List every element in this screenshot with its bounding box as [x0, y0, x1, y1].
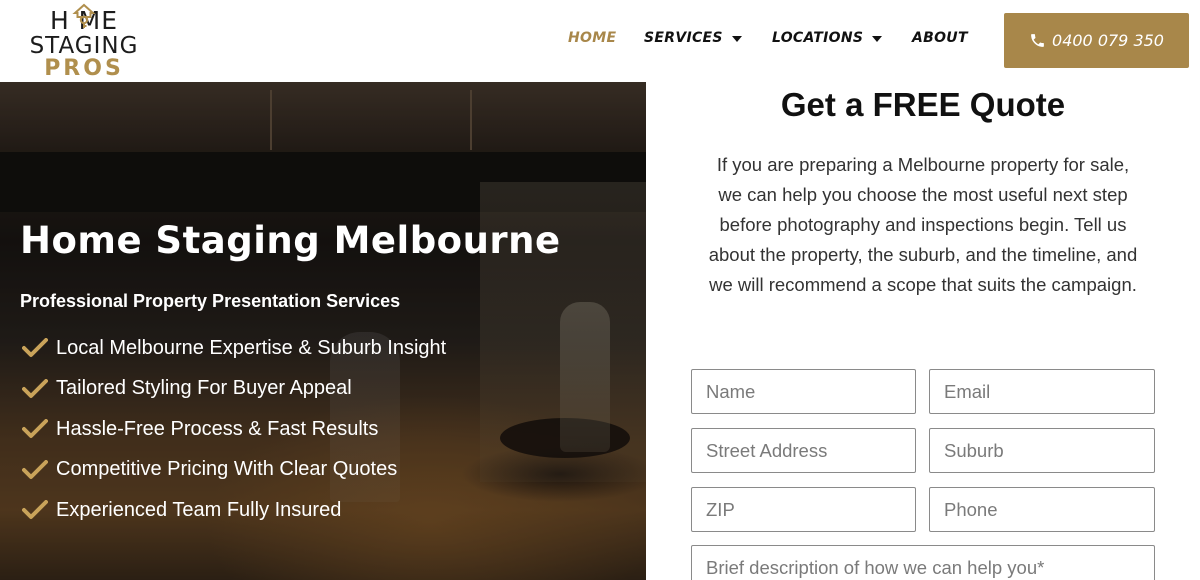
nav-services[interactable]: SERVICES	[644, 30, 742, 46]
feature-item: Experienced Team Fully Insured	[22, 490, 446, 531]
site-logo[interactable]: H ME STAGING PROS	[18, 2, 150, 81]
zip-input[interactable]	[691, 487, 916, 532]
check-icon	[22, 338, 48, 358]
feature-item: Local Melbourne Expertise & Suburb Insig…	[22, 328, 446, 369]
nav-home[interactable]: HOME	[568, 30, 616, 46]
description-input[interactable]	[691, 545, 1155, 580]
quote-title: Get a FREE Quote	[780, 86, 1066, 123]
suburb-input[interactable]	[929, 428, 1155, 473]
street-address-input[interactable]	[691, 428, 916, 473]
hero-subtitle: Professional Property Presentation Servi…	[20, 291, 401, 311]
feature-text: Tailored Styling For Buyer Appeal	[56, 377, 352, 400]
check-icon	[22, 378, 48, 398]
quote-description: If you are preparing a Melbourne propert…	[708, 154, 1138, 295]
check-icon	[22, 419, 48, 439]
feature-item: Tailored Styling For Buyer Appeal	[22, 369, 446, 410]
quote-section: Get a FREE Quote If you are preparing a …	[646, 82, 1200, 580]
nav-locations-label: LOCATIONS	[772, 30, 864, 46]
name-input[interactable]	[691, 369, 916, 414]
feature-text: Local Melbourne Expertise & Suburb Insig…	[56, 336, 447, 359]
feature-item: Hassle-Free Process & Fast Results	[22, 409, 446, 450]
feature-text: Hassle-Free Process & Fast Results	[56, 417, 379, 440]
house-key-icon	[72, 3, 96, 28]
feature-item: Competitive Pricing With Clear Quotes	[22, 450, 446, 491]
check-icon	[22, 500, 48, 520]
email-input[interactable]	[929, 369, 1155, 414]
site-header: H ME STAGING PROS HOME SERVICES LOCATION…	[0, 0, 1200, 82]
chevron-down-icon	[872, 35, 883, 42]
feature-text: Experienced Team Fully Insured	[56, 498, 342, 521]
phone-number: 0400 079 350	[1052, 31, 1164, 50]
phone-input[interactable]	[929, 487, 1155, 532]
hero-title: Home Staging Melbourne	[20, 219, 561, 262]
nav-about-label: ABOUT	[912, 30, 968, 46]
nav-home-label: HOME	[568, 30, 617, 46]
nav-services-label: SERVICES	[644, 30, 723, 46]
nav-locations[interactable]: LOCATIONS	[772, 30, 883, 46]
feature-text: Competitive Pricing With Clear Quotes	[56, 458, 398, 481]
feature-list: Local Melbourne Expertise & Suburb Insig…	[22, 328, 446, 531]
phone-icon	[1031, 34, 1044, 47]
nav-about[interactable]: ABOUT	[912, 30, 968, 46]
hero-section: Home Staging Melbourne Professional Prop…	[0, 82, 646, 580]
chevron-down-icon	[731, 35, 742, 42]
logo-line-pros: PROS	[44, 56, 124, 81]
phone-call-button[interactable]: 0400 079 350	[1004, 13, 1189, 68]
check-icon	[22, 459, 48, 479]
